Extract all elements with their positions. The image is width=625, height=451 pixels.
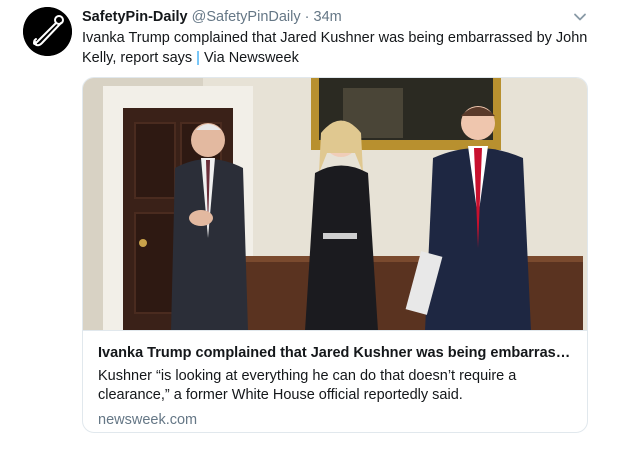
card-image[interactable] <box>83 78 587 331</box>
card-title[interactable]: Ivanka Trump complained that Jared Kushn… <box>98 343 572 363</box>
tweet-text-main: Ivanka Trump complained that Jared Kushn… <box>82 30 588 66</box>
avatar[interactable] <box>23 7 72 56</box>
tweet-text: Ivanka Trump complained that Jared Kushn… <box>82 28 592 68</box>
display-name[interactable]: SafetyPin-Daily <box>82 9 188 25</box>
card-description: Kushner “is looking at everything he can… <box>98 368 517 403</box>
card-body[interactable]: Ivanka Trump complained that Jared Kushn… <box>83 331 587 430</box>
safety-pin-logo-icon <box>23 7 72 56</box>
handle[interactable]: @SafetyPinDaily <box>192 9 301 25</box>
timestamp[interactable]: 34m <box>314 9 342 25</box>
separator: · <box>304 9 310 25</box>
tweet[interactable]: SafetyPin-Daily @SafetyPinDaily · 34m Iv… <box>0 0 625 451</box>
tweet-text-pipe: | <box>196 50 200 66</box>
chevron-down-icon[interactable] <box>573 10 587 24</box>
article-photo-icon <box>83 78 587 330</box>
card-domain[interactable]: newsweek.com <box>98 411 572 430</box>
link-card[interactable]: Ivanka Trump complained that Jared Kushn… <box>82 77 588 433</box>
tweet-header: SafetyPin-Daily @SafetyPinDaily · 34m <box>82 8 562 28</box>
tweet-text-via: Via Newsweek <box>203 50 299 66</box>
